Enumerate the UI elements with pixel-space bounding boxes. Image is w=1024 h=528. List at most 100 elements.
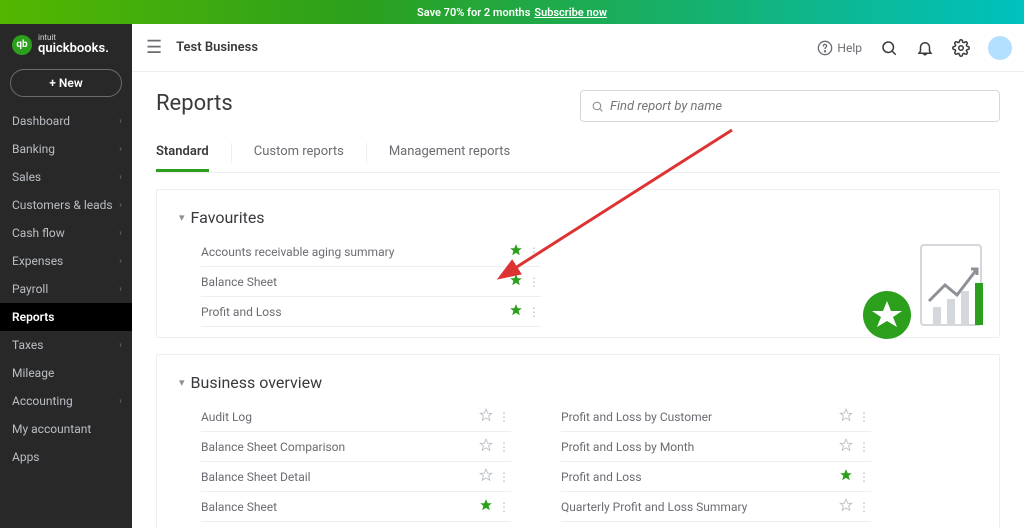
- report-link[interactable]: Profit and Loss by Customer: [561, 410, 839, 424]
- favourites-title[interactable]: ▾ Favourites: [179, 208, 973, 227]
- star-icon[interactable]: [479, 468, 497, 485]
- help-label: Help: [837, 41, 862, 55]
- sidebar-item-sales[interactable]: Sales›: [0, 163, 132, 191]
- tabs: Standard Custom reports Management reports: [156, 134, 1000, 173]
- chevron-right-icon: ›: [119, 228, 122, 239]
- chevron-right-icon: ›: [119, 144, 122, 155]
- kebab-menu-icon[interactable]: ⋮: [527, 305, 541, 319]
- sidebar-item-customers-leads[interactable]: Customers & leads›: [0, 191, 132, 219]
- kebab-menu-icon[interactable]: ⋮: [527, 245, 541, 259]
- star-icon[interactable]: [839, 498, 857, 515]
- brand-logo-icon: qb: [12, 35, 32, 55]
- sidebar-item-label: Customers & leads: [12, 198, 113, 212]
- chevron-right-icon: ›: [119, 396, 122, 407]
- sidebar-item-label: My accountant: [12, 422, 91, 436]
- sidebar-item-expenses[interactable]: Expenses ›: [0, 247, 132, 275]
- kebab-menu-icon[interactable]: ⋮: [857, 410, 871, 424]
- sidebar-item-label: Banking: [12, 142, 55, 156]
- star-icon[interactable]: [509, 303, 527, 320]
- report-row: Profit and Loss by Month ⋮: [561, 432, 871, 462]
- promo-link[interactable]: Subscribe now: [534, 6, 607, 19]
- star-icon[interactable]: [839, 468, 857, 485]
- report-link[interactable]: Profit and Loss: [561, 470, 839, 484]
- report-link[interactable]: Accounts receivable aging summary: [201, 245, 509, 259]
- sidebar-item-reports[interactable]: Reports: [0, 303, 132, 331]
- tab-custom-reports[interactable]: Custom reports: [254, 134, 344, 172]
- report-row: Balance Sheet ⋮: [201, 267, 541, 297]
- report-link[interactable]: Balance Sheet Detail: [201, 470, 479, 484]
- star-icon[interactable]: [509, 273, 527, 290]
- nav-list: Dashboard›Banking›Sales›Customers & lead…: [0, 107, 132, 471]
- promo-bar: Save 70% for 2 months Subscribe now: [0, 0, 1024, 24]
- report-link[interactable]: Audit Log: [201, 410, 479, 424]
- sidebar-item-banking[interactable]: Banking ›: [0, 135, 132, 163]
- star-icon[interactable]: [479, 438, 497, 455]
- kebab-menu-icon[interactable]: ⋮: [857, 500, 871, 514]
- brand-name: quickbooks.: [38, 42, 109, 55]
- help-link[interactable]: Help: [817, 40, 862, 56]
- report-link[interactable]: Profit and Loss: [201, 305, 509, 319]
- sidebar-item-accounting[interactable]: Accounting ›: [0, 387, 132, 415]
- sidebar-item-dashboard[interactable]: Dashboard ›: [0, 107, 132, 135]
- report-row: Accounts receivable aging summary ⋮: [201, 237, 541, 267]
- sidebar-item-payroll[interactable]: Payroll›: [0, 275, 132, 303]
- kebab-menu-icon[interactable]: ⋮: [527, 275, 541, 289]
- favourites-decoration: [853, 241, 993, 345]
- kebab-menu-icon[interactable]: ⋮: [857, 440, 871, 454]
- kebab-menu-icon[interactable]: ⋮: [497, 470, 511, 484]
- help-icon: [817, 40, 833, 56]
- report-link[interactable]: Balance Sheet Comparison: [201, 440, 479, 454]
- sidebar-item-label: Expenses: [12, 254, 63, 268]
- sidebar-item-label: Dashboard: [12, 114, 70, 128]
- kebab-menu-icon[interactable]: ⋮: [857, 470, 871, 484]
- page-title: Reports: [156, 91, 233, 116]
- tab-management-reports[interactable]: Management reports: [389, 134, 510, 172]
- star-icon[interactable]: [479, 408, 497, 425]
- report-row: Balance Sheet ⋮: [201, 492, 511, 522]
- business-overview-panel: ▾ Business overview Audit Log⋮Balance Sh…: [156, 354, 1000, 528]
- main-area: ☰ Test Business Help: [132, 24, 1024, 528]
- report-link[interactable]: Balance Sheet: [201, 275, 509, 289]
- sidebar-item-mileage[interactable]: Mileage: [0, 359, 132, 387]
- sidebar-item-label: Payroll: [12, 282, 48, 296]
- sidebar-item-label: Apps: [12, 450, 40, 464]
- sidebar-item-apps[interactable]: Apps: [0, 443, 132, 471]
- business-overview-title[interactable]: ▾ Business overview: [179, 373, 973, 392]
- kebab-menu-icon[interactable]: ⋮: [497, 410, 511, 424]
- new-button[interactable]: + New: [10, 69, 122, 97]
- star-icon[interactable]: [479, 498, 497, 515]
- sidebar-item-cash-flow[interactable]: Cash flow ›: [0, 219, 132, 247]
- star-icon[interactable]: [509, 243, 527, 260]
- business-name: Test Business: [176, 40, 258, 55]
- sidebar-item-my-accountant[interactable]: My accountant: [0, 415, 132, 443]
- hamburger-icon[interactable]: ☰: [146, 37, 162, 58]
- report-link[interactable]: Quarterly Profit and Loss Summary: [561, 500, 839, 514]
- search-input[interactable]: [610, 99, 989, 114]
- report-row: Profit and Loss ⋮: [201, 297, 541, 327]
- report-row: Profit and Loss as % of total income⋮: [201, 522, 511, 528]
- search-icon[interactable]: [880, 39, 898, 57]
- sidebar-item-label: Mileage: [12, 366, 54, 380]
- kebab-menu-icon[interactable]: ⋮: [497, 500, 511, 514]
- report-row: Quarterly Profit and Loss Summary ⋮: [561, 492, 871, 522]
- report-link[interactable]: Balance Sheet: [201, 500, 479, 514]
- sidebar-item-taxes[interactable]: Taxes›: [0, 331, 132, 359]
- avatar[interactable]: [988, 36, 1012, 60]
- biz-col-right: Profit and Loss by Customer⋮Profit and L…: [561, 402, 871, 528]
- sidebar-item-label: Cash flow: [12, 226, 65, 240]
- report-row: Balance Sheet Comparison ⋮: [201, 432, 511, 462]
- star-icon[interactable]: [839, 438, 857, 455]
- gear-icon[interactable]: [952, 39, 970, 57]
- kebab-menu-icon[interactable]: ⋮: [497, 440, 511, 454]
- report-row: Profit and Loss by Customer ⋮: [561, 402, 871, 432]
- chevron-right-icon: ›: [119, 116, 122, 127]
- favourites-list: Accounts receivable aging summary⋮Balanc…: [201, 237, 541, 327]
- chevron-right-icon: ›: [119, 172, 122, 183]
- notifications-icon[interactable]: [916, 39, 934, 57]
- tab-standard[interactable]: Standard: [156, 134, 209, 172]
- star-icon[interactable]: [839, 408, 857, 425]
- chevron-right-icon: ›: [119, 256, 122, 267]
- report-link[interactable]: Profit and Loss by Month: [561, 440, 839, 454]
- sidebar-item-label: Accounting: [12, 394, 73, 408]
- search-box[interactable]: [580, 90, 1000, 122]
